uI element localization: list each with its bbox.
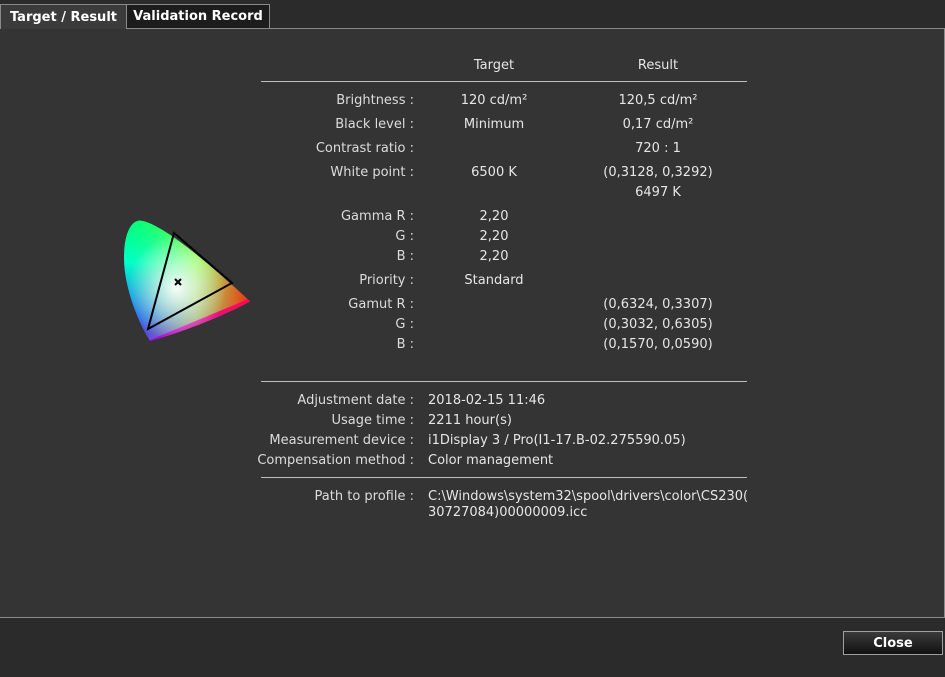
- gamut-g-label: G :: [395, 317, 414, 332]
- white-point-result-k: 6497 K: [635, 185, 681, 200]
- tab-target-result-label: Target / Result: [9, 9, 117, 25]
- gamut-b-result: (0,1570, 0,0590): [603, 337, 713, 352]
- brightness-label: Brightness :: [336, 93, 414, 108]
- brightness-result: 120,5 cd/m²: [618, 93, 698, 108]
- validation-window: Target / Result Validation Record Target…: [0, 0, 945, 677]
- measurement-device-value: i1Display 3 / Pro(I1-17.B-02.275590.05): [428, 433, 686, 448]
- cie-gamut-diagram-icon: [124, 220, 250, 341]
- gamma-g-target: 2,20: [479, 229, 509, 244]
- gamma-b-label: B :: [396, 249, 414, 264]
- close-button[interactable]: Close: [843, 631, 943, 655]
- gamma-b-target: 2,20: [479, 249, 509, 264]
- white-point-result-xy: (0,3128, 0,3292): [603, 165, 713, 180]
- tab-target-result[interactable]: Target / Result: [0, 4, 127, 29]
- priority-label: Priority :: [359, 273, 414, 288]
- info-divider: [261, 381, 747, 382]
- contrast-ratio-result: 720 : 1: [635, 141, 681, 156]
- tab-validation-record[interactable]: Validation Record: [126, 4, 270, 28]
- white-point-target: 6500 K: [471, 165, 517, 180]
- contrast-ratio-label: Contrast ratio :: [315, 141, 414, 156]
- priority-target: Standard: [464, 273, 524, 288]
- white-point-label: White point :: [330, 165, 414, 180]
- target-result-panel: Target Result Brightness : 120 cd/m² 120…: [0, 28, 945, 618]
- result-column-header: Result: [637, 58, 679, 73]
- black-level-result: 0,17 cd/m²: [622, 117, 694, 132]
- path-to-profile-value-line1: C:\Windows\system32\spool\drivers\color\…: [428, 489, 749, 504]
- target-column-header: Target: [473, 58, 515, 73]
- gamma-r-label: Gamma R :: [340, 209, 414, 224]
- header-divider: [261, 81, 747, 82]
- usage-time-label: Usage time :: [331, 413, 414, 428]
- gamut-r-label: Gamut R :: [348, 297, 414, 312]
- compensation-method-value: Color management: [428, 453, 554, 468]
- black-level-target: Minimum: [463, 117, 525, 132]
- gamut-r-result: (0,6324, 0,3307): [603, 297, 713, 312]
- adjustment-date-label: Adjustment date :: [297, 393, 414, 408]
- profile-divider: [261, 477, 747, 478]
- gamma-r-target: 2,20: [479, 209, 509, 224]
- gamut-g-result: (0,3032, 0,6305): [603, 317, 713, 332]
- black-level-label: Black level :: [335, 117, 414, 132]
- close-button-label: Close: [873, 635, 913, 651]
- adjustment-date-value: 2018-02-15 11:46: [428, 393, 546, 408]
- usage-time-value: 2211 hour(s): [428, 413, 512, 428]
- measurement-device-label: Measurement device :: [269, 433, 414, 448]
- gamut-b-label: B :: [396, 337, 414, 352]
- gamma-g-label: G :: [395, 229, 414, 244]
- compensation-method-label: Compensation method :: [257, 453, 414, 468]
- tab-validation-record-label: Validation Record: [133, 9, 263, 24]
- path-to-profile-label: Path to profile :: [314, 489, 414, 504]
- path-to-profile-value-line2: 30727084)00000009.icc: [428, 505, 588, 520]
- brightness-target: 120 cd/m²: [460, 93, 528, 108]
